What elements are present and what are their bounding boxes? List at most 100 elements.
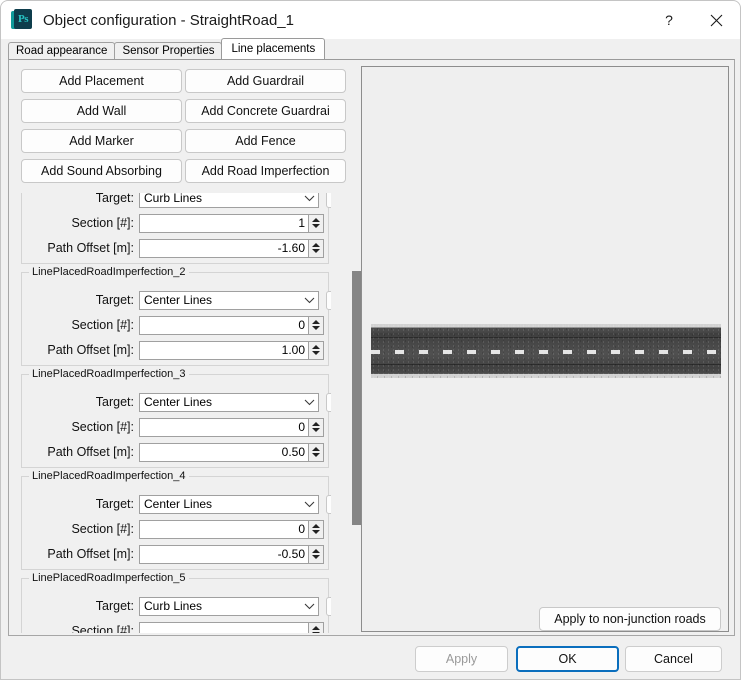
tab-content-panel: Add Placement Add Guardrail Add Wall Add…: [8, 59, 735, 636]
app-icon-label: Ps: [14, 9, 32, 29]
add-placement-button[interactable]: Add Placement: [21, 69, 182, 93]
target-select[interactable]: Center Lines: [139, 392, 319, 412]
path-offset-input[interactable]: -0.50: [139, 544, 309, 564]
add-buttons-grid: Add Placement Add Guardrail Add Wall Add…: [21, 69, 346, 183]
target-select[interactable]: Curb Lines: [139, 596, 319, 616]
close-icon[interactable]: [692, 1, 740, 39]
target-value: Curb Lines: [144, 599, 203, 613]
add-marker-button[interactable]: Add Marker: [21, 129, 182, 153]
title-bar: Ps Object configuration - StraightRoad_1…: [1, 1, 740, 39]
chevron-down-icon: [301, 399, 318, 406]
help-icon[interactable]: ?: [646, 1, 692, 39]
ok-button[interactable]: OK: [516, 646, 619, 672]
path-offset-label: Path Offset [m]:: [47, 547, 134, 561]
center-line-dashes: [371, 350, 721, 354]
delete-placement-button[interactable]: ✘: [326, 494, 331, 514]
target-label: Target:: [95, 293, 134, 307]
section-stepper[interactable]: [309, 621, 324, 633]
path-offset-input[interactable]: -1.60: [139, 238, 309, 258]
section-stepper[interactable]: [309, 315, 324, 335]
placements-list: LinePlacedRoadImperfection_1Target:Curb …: [21, 193, 331, 633]
path-offset-label: Path Offset [m]:: [47, 445, 134, 459]
section-input[interactable]: 1: [139, 213, 309, 233]
road-preview-panel: Apply to non-junction roads: [361, 66, 729, 632]
add-wall-button[interactable]: Add Wall: [21, 99, 182, 123]
target-value: Center Lines: [144, 395, 213, 409]
placement-group-title: LinePlacedRoadImperfection_3: [29, 368, 189, 380]
target-label: Target:: [95, 193, 134, 205]
section-label: Section [#]:: [71, 522, 134, 536]
target-row: Target: Center Lines ✘: [22, 290, 331, 310]
target-label: Target:: [95, 497, 134, 511]
add-guardrail-button[interactable]: Add Guardrail: [185, 69, 346, 93]
path-offset-input[interactable]: 1.00: [139, 340, 309, 360]
path-offset-stepper[interactable]: [309, 442, 324, 462]
footer-bar: Apply OK Cancel: [1, 637, 740, 679]
tab-bar: Road appearance Sensor Properties Line p…: [8, 38, 326, 59]
section-label: Section [#]:: [71, 216, 134, 230]
window-title: Object configuration - StraightRoad_1: [43, 11, 294, 29]
placement-group: LinePlacedRoadImperfection_1Target:Curb …: [21, 193, 331, 264]
target-row: Target: Center Lines ✘: [22, 392, 331, 412]
left-pane: Add Placement Add Guardrail Add Wall Add…: [17, 66, 363, 633]
apply-button[interactable]: Apply: [415, 646, 508, 672]
section-row: Section [#]:: [22, 621, 330, 633]
help-glyph: ?: [665, 12, 673, 28]
target-row: Target: Curb Lines ✘: [22, 193, 331, 208]
target-select[interactable]: Curb Lines: [139, 193, 319, 208]
section-input[interactable]: [139, 621, 309, 633]
target-select[interactable]: Center Lines: [139, 494, 319, 514]
section-row: Section [#]: 0: [22, 315, 330, 335]
target-value: Center Lines: [144, 497, 213, 511]
path-offset-stepper[interactable]: [309, 238, 324, 258]
add-concrete-guardrail-button[interactable]: Add Concrete Guardrai: [185, 99, 346, 123]
path-offset-row: Path Offset [m]: 1.00: [22, 340, 330, 360]
dialog-window: Ps Object configuration - StraightRoad_1…: [0, 0, 741, 680]
delete-placement-button[interactable]: ✘: [326, 392, 331, 412]
path-offset-input[interactable]: 0.50: [139, 442, 309, 462]
add-sound-absorbing-button[interactable]: Add Sound Absorbing: [21, 159, 182, 183]
chevron-down-icon: [301, 501, 318, 508]
section-input[interactable]: 0: [139, 417, 309, 437]
add-road-imperfection-button[interactable]: Add Road Imperfection: [185, 159, 346, 183]
tab-road-appearance[interactable]: Road appearance: [8, 42, 116, 59]
section-label: Section [#]:: [71, 318, 134, 332]
apply-to-non-junction-roads-button[interactable]: Apply to non-junction roads: [539, 607, 721, 631]
tab-sensor-properties[interactable]: Sensor Properties: [114, 42, 223, 59]
lane-line: [371, 337, 721, 338]
add-fence-button[interactable]: Add Fence: [185, 129, 346, 153]
section-label: Section [#]:: [71, 420, 134, 434]
path-offset-stepper[interactable]: [309, 544, 324, 564]
lane-line: [371, 364, 721, 365]
path-offset-row: Path Offset [m]: -0.50: [22, 544, 330, 564]
section-stepper[interactable]: [309, 519, 324, 539]
path-offset-row: Path Offset [m]: -1.60: [22, 238, 330, 258]
delete-placement-button[interactable]: ✘: [326, 596, 331, 616]
placements-scroll-region: LinePlacedRoadImperfection_1Target:Curb …: [21, 193, 346, 633]
delete-placement-button[interactable]: ✘: [326, 193, 331, 208]
placement-group: LinePlacedRoadImperfection_2 Target: Cente…: [21, 266, 331, 366]
chevron-down-icon: [301, 195, 318, 202]
target-row: Target: Center Lines ✘: [22, 494, 331, 514]
placement-group-title: LinePlacedRoadImperfection_2: [29, 266, 189, 278]
section-stepper[interactable]: [309, 213, 324, 233]
target-label: Target:: [95, 395, 134, 409]
path-offset-stepper[interactable]: [309, 340, 324, 360]
section-input[interactable]: 0: [139, 315, 309, 335]
section-input[interactable]: 0: [139, 519, 309, 539]
placement-group: LinePlacedRoadImperfection_4 Target: Cente…: [21, 470, 331, 570]
tab-line-placements[interactable]: Line placements: [221, 38, 326, 59]
target-value: Center Lines: [144, 293, 213, 307]
target-select[interactable]: Center Lines: [139, 290, 319, 310]
chevron-down-icon: [301, 603, 318, 610]
cancel-button[interactable]: Cancel: [625, 646, 722, 672]
photoshop-ps-icon: Ps: [11, 9, 33, 31]
target-value: Curb Lines: [144, 193, 203, 205]
delete-placement-button[interactable]: ✘: [326, 290, 331, 310]
placement-group: LinePlacedRoadImperfection_5 Target: Curb …: [21, 572, 331, 633]
section-row: Section [#]: 0: [22, 417, 330, 437]
path-offset-row: Path Offset [m]: 0.50: [22, 442, 330, 462]
chevron-down-icon: [301, 297, 318, 304]
section-stepper[interactable]: [309, 417, 324, 437]
road-render: [371, 324, 721, 378]
